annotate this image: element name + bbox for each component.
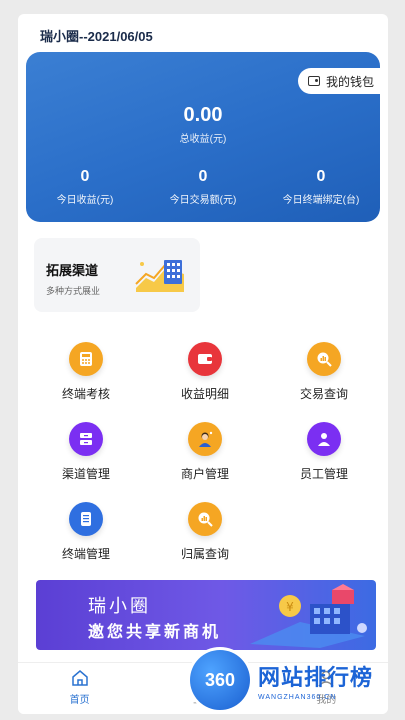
stat-value: 0 xyxy=(80,168,90,185)
watermark: 360 网站排行榜 WANGZHAN360.CN xyxy=(190,644,402,716)
home-icon xyxy=(71,670,88,686)
tab-home[interactable]: 首页 xyxy=(18,663,141,714)
channel-card-subtitle: 多种方式展业 xyxy=(46,286,101,296)
app-screen: 瑞小圈--2021/06/05 我的钱包 0.00 总收益(元) 0 今日收益(… xyxy=(18,14,388,714)
watermark-logo: 360 xyxy=(190,650,250,710)
total-earnings-label: 总收益(元) xyxy=(179,134,227,145)
menu-label: 收益明细 xyxy=(180,387,229,401)
today-stats: 0 今日收益(元) 0 今日交易额(元) 0 今日终端绑定(台) xyxy=(26,168,380,206)
banner-slogan: 邀您共享新商机 xyxy=(88,624,222,641)
business-illustration-icon: ¥ xyxy=(250,584,367,648)
growth-chart-icon xyxy=(135,260,184,292)
wallet-icon xyxy=(188,342,222,376)
my-wallet-label: 我的钱包 xyxy=(325,74,374,89)
menu-ownership-query[interactable]: 归属查询 xyxy=(155,502,255,562)
menu-label: 员工管理 xyxy=(299,467,348,481)
page-title: 瑞小圈--2021/06/05 xyxy=(40,29,153,44)
menu-label: 归属查询 xyxy=(180,547,229,561)
watermark-url: WANGZHAN360.CN xyxy=(258,693,337,701)
merchant-icon xyxy=(188,422,222,456)
earnings-card: 我的钱包 0.00 总收益(元) 0 今日收益(元) 0 今日交易额(元) 0 … xyxy=(26,52,380,222)
total-earnings-value: 0.00 xyxy=(183,104,223,126)
drawer-icon xyxy=(69,422,103,456)
stat-value: 0 xyxy=(198,168,208,185)
stat-label: 今日收益(元) xyxy=(56,195,114,206)
menu-label: 交易查询 xyxy=(299,387,348,401)
menu-label: 商户管理 xyxy=(180,467,229,481)
stat-today-terminal-binding: 0 今日终端绑定(台) xyxy=(262,168,380,206)
my-wallet-button[interactable]: 我的钱包 xyxy=(297,68,380,94)
stat-today-earnings: 0 今日收益(元) xyxy=(26,168,144,206)
chart-search-icon xyxy=(188,502,222,536)
menu-terminal-assessment[interactable]: 终端考核 xyxy=(36,342,136,402)
banner-brand: 瑞小圈 xyxy=(88,596,151,616)
menu-channel-management[interactable]: 渠道管理 xyxy=(36,422,136,482)
stat-value: 0 xyxy=(316,168,326,185)
watermark-main-text: 网站排行榜 xyxy=(258,664,374,690)
menu-terminal-management[interactable]: 终端管理 xyxy=(36,502,136,562)
employee-icon xyxy=(307,422,341,456)
stat-today-transactions: 0 今日交易额(元) xyxy=(144,168,262,206)
chart-search-icon xyxy=(307,342,341,376)
stat-label: 今日交易额(元) xyxy=(169,195,237,206)
promo-banner[interactable]: 瑞小圈 邀您共享新商机 ¥ xyxy=(36,580,376,650)
menu-merchant-management[interactable]: 商户管理 xyxy=(155,422,255,482)
menu-transaction-query[interactable]: 交易查询 xyxy=(274,342,374,402)
menu-label: 终端考核 xyxy=(61,387,110,401)
channel-card-title: 拓展渠道 xyxy=(46,263,99,278)
wallet-icon xyxy=(307,76,320,86)
svg-text:¥: ¥ xyxy=(286,600,294,614)
calculator-icon xyxy=(69,342,103,376)
tab-label: 首页 xyxy=(69,695,90,706)
terminal-icon xyxy=(69,502,103,536)
expand-channel-card[interactable]: 拓展渠道 多种方式展业 xyxy=(34,238,200,312)
watermark-text: 网站排行榜 WANGZHAN360.CN xyxy=(258,660,373,701)
menu-employee-management[interactable]: 员工管理 xyxy=(274,422,374,482)
menu-earnings-detail[interactable]: 收益明细 xyxy=(155,342,255,402)
menu-label: 终端管理 xyxy=(61,547,110,561)
menu-label: 渠道管理 xyxy=(61,467,110,481)
stat-label: 今日终端绑定(台) xyxy=(282,195,360,206)
